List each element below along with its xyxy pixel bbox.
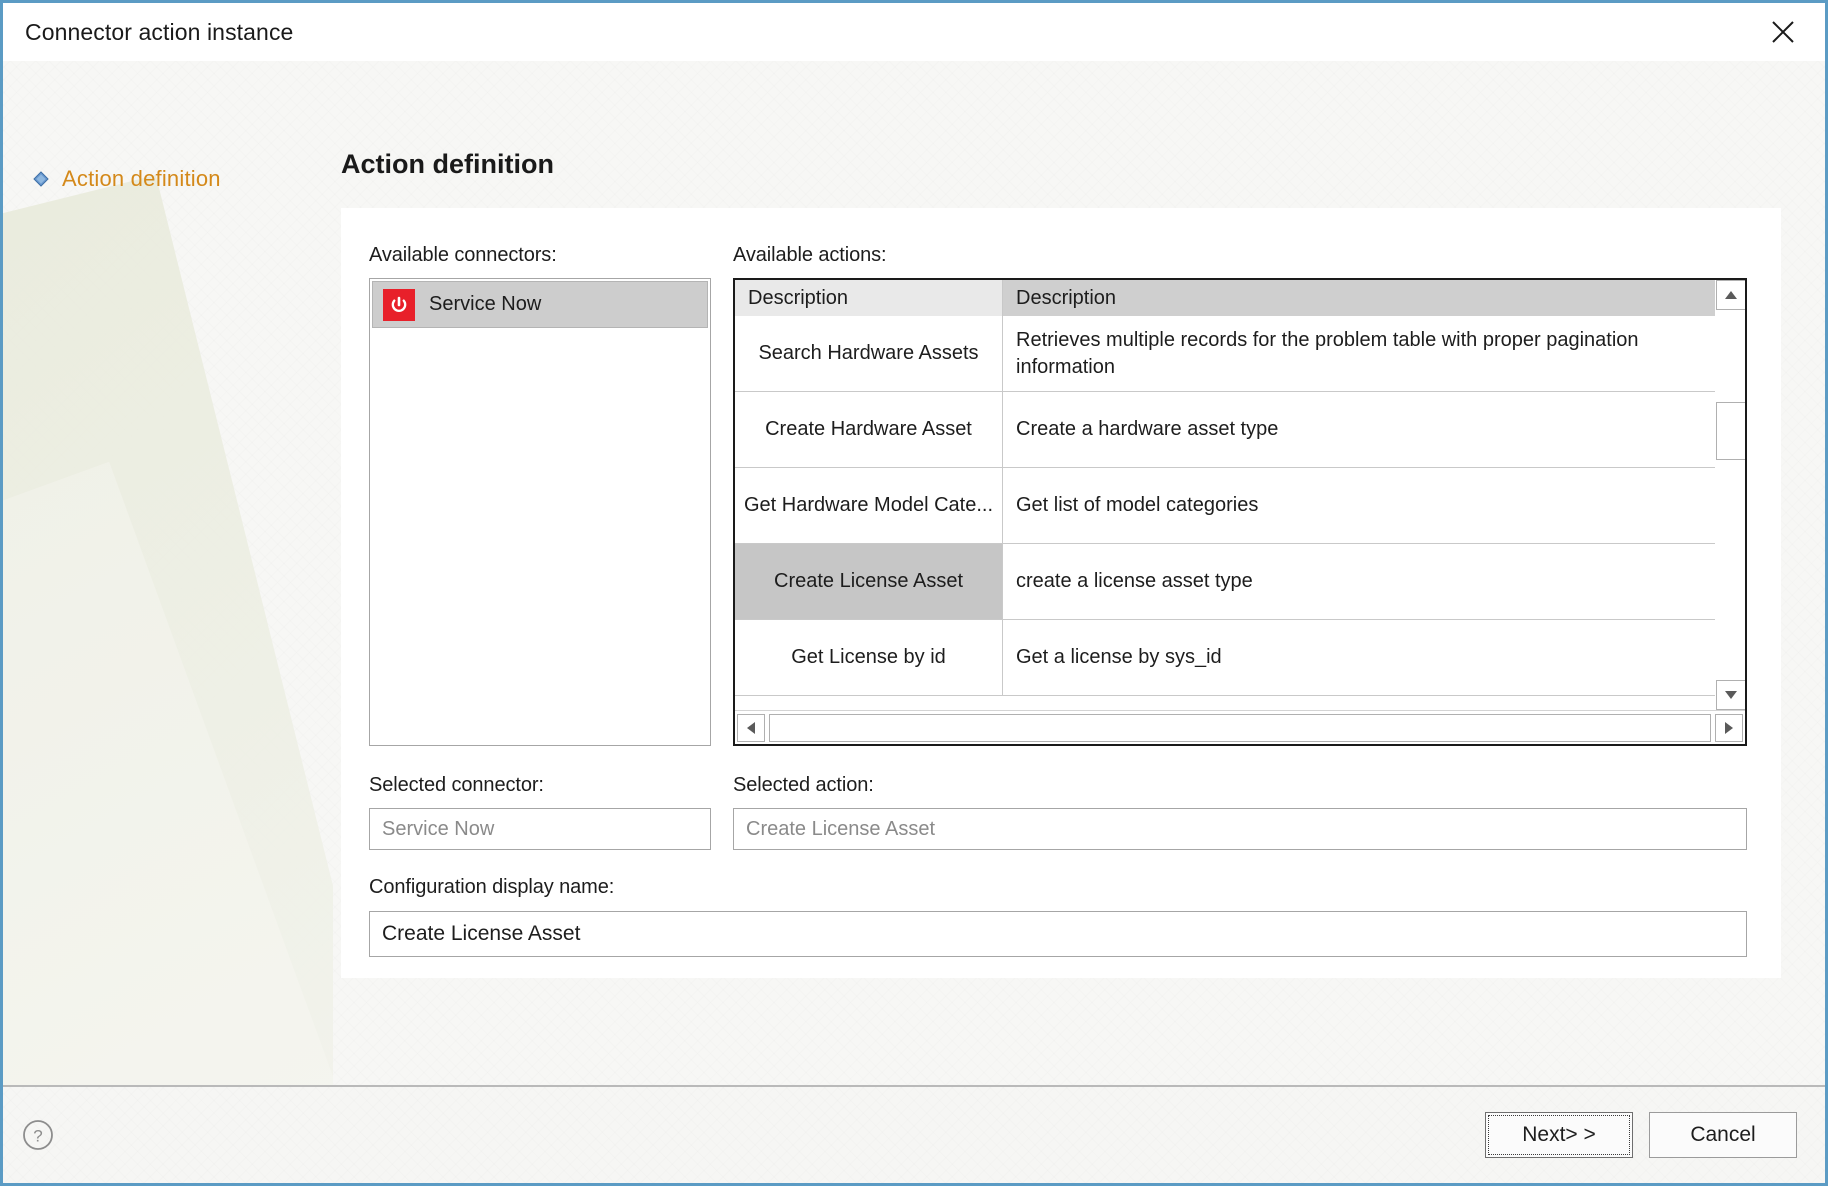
selected-action-label: Selected action: — [733, 774, 874, 796]
cell-action-description: create a license asset type — [1016, 570, 1253, 593]
cell-action-name: Get Hardware Model Cate... — [735, 468, 1003, 543]
svg-text:?: ? — [33, 1127, 42, 1146]
triangle-right-icon — [1725, 721, 1733, 734]
selection-summary-row: Selected connector: Service Now Selected… — [369, 774, 1747, 850]
table-row[interactable]: Search Hardware Assets Retrieves multipl… — [735, 316, 1715, 392]
selected-connector-label: Selected connector: — [369, 774, 544, 796]
selected-action-group: Selected action: Create License Asset — [733, 774, 1747, 850]
sidebar-item-action-definition[interactable]: Action definition — [3, 161, 333, 197]
scroll-up-button[interactable] — [1716, 280, 1745, 310]
cell-action-description: Get list of model categories — [1016, 494, 1259, 517]
dialog-title: Connector action instance — [25, 18, 294, 45]
content-panel: Available connectors: Service Now Availa… — [341, 208, 1781, 978]
available-actions-table: Description Description Search Hardware … — [733, 278, 1747, 746]
dialog-body: Action definition Action definition Avai… — [3, 61, 1825, 1085]
table-body: Search Hardware Assets Retrieves multipl… — [735, 316, 1715, 710]
table-vertical-scrollbar[interactable] — [1715, 280, 1745, 710]
dialog-footer: ? Next> > Cancel — [3, 1085, 1825, 1183]
scroll-right-button[interactable] — [1715, 713, 1743, 742]
vertical-scroll-track[interactable] — [1716, 310, 1745, 680]
triangle-down-icon — [1725, 691, 1737, 699]
configuration-display-name-label: Configuration display name: — [369, 876, 615, 898]
selected-connector-input: Service Now — [369, 808, 711, 850]
next-button[interactable]: Next> > — [1485, 1112, 1633, 1158]
table-horizontal-scrollbar[interactable] — [735, 710, 1745, 744]
scroll-down-button[interactable] — [1716, 680, 1745, 710]
selected-action-input: Create License Asset — [733, 808, 1747, 850]
triangle-left-icon — [747, 721, 755, 734]
dialog-titlebar: Connector action instance — [3, 3, 1825, 61]
sidebar-decoration — [3, 175, 333, 1085]
cell-action-name: Create Hardware Asset — [735, 392, 1003, 467]
help-circle-icon[interactable]: ? — [21, 1118, 55, 1152]
close-button[interactable] — [1761, 10, 1805, 54]
wizard-sidebar: Action definition — [3, 61, 333, 1085]
table-header-row: Description Description — [735, 280, 1715, 316]
actions-column: Available actions: Description Descripti… — [733, 244, 1747, 746]
available-actions-label: Available actions: — [733, 244, 887, 266]
table-row-selected[interactable]: Create License Asset create a license as… — [735, 544, 1715, 620]
power-icon — [383, 288, 415, 321]
available-connectors-label: Available connectors: — [369, 244, 557, 266]
list-item[interactable]: Service Now — [372, 281, 708, 328]
configuration-display-name-input[interactable]: Create License Asset — [369, 911, 1747, 957]
cell-action-name: Get License by id — [735, 620, 1003, 695]
column-header-description[interactable]: Description — [1003, 280, 1715, 316]
vertical-scroll-thumb[interactable] — [1716, 402, 1745, 460]
cell-action-name: Create License Asset — [735, 544, 1003, 619]
page-title: Action definition — [341, 149, 554, 179]
table-row[interactable]: Get Hardware Model Cate... Get list of m… — [735, 468, 1715, 544]
cancel-button[interactable]: Cancel — [1649, 1112, 1797, 1158]
table-scroll-area: Description Description Search Hardware … — [735, 280, 1715, 710]
diamond-bullet-icon — [33, 171, 49, 187]
selected-connector-group: Selected connector: Service Now — [369, 774, 711, 850]
panel-columns: Available connectors: Service Now Availa… — [369, 244, 1747, 746]
triangle-up-icon — [1725, 291, 1737, 299]
sidebar-decoration-secondary — [3, 461, 333, 1085]
table-row[interactable]: Get License by id Get a license by sys_i… — [735, 620, 1715, 696]
cell-action-name: Search Hardware Assets — [735, 316, 1003, 391]
close-icon — [1772, 21, 1794, 43]
sidebar-item-label: Action definition — [62, 166, 221, 191]
cell-action-description: Get a license by sys_id — [1016, 646, 1222, 669]
available-connectors-list[interactable]: Service Now — [369, 278, 711, 746]
configuration-display-name-group: Configuration display name: Create Licen… — [369, 876, 1747, 957]
connector-action-instance-dialog: Connector action instance Action definit… — [0, 0, 1828, 1186]
wizard-content: Action definition Available connectors: — [333, 61, 1825, 1085]
connector-name: Service Now — [429, 293, 542, 315]
table-main: Description Description Search Hardware … — [735, 280, 1745, 710]
table-row[interactable]: Create Hardware Asset Create a hardware … — [735, 392, 1715, 468]
horizontal-scroll-thumb[interactable] — [769, 713, 1711, 742]
horizontal-scroll-track[interactable] — [769, 713, 1711, 742]
column-header-name[interactable]: Description — [735, 280, 1003, 316]
cell-action-description: Create a hardware asset type — [1016, 418, 1279, 441]
connectors-column: Available connectors: Service Now — [369, 244, 711, 746]
scroll-left-button[interactable] — [737, 713, 765, 742]
cell-action-description: Retrieves multiple records for the probl… — [1016, 329, 1639, 378]
